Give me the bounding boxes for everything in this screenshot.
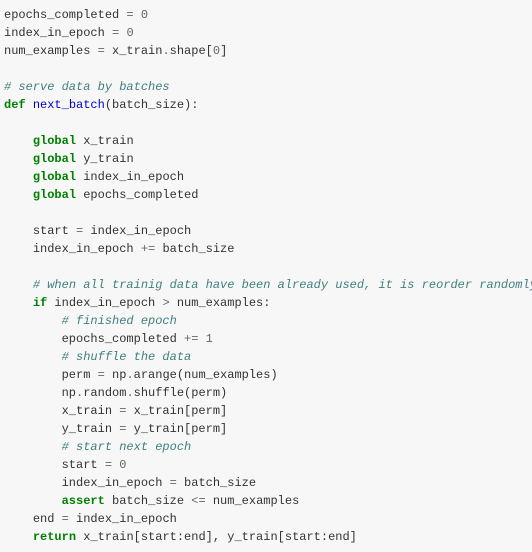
code-line: global x_train	[4, 134, 134, 148]
code-line: # start next epoch	[4, 440, 191, 454]
code-line: index_in_epoch = batch_size	[4, 476, 256, 490]
code-line: epochs_completed += 1	[4, 332, 213, 346]
code-line: # serve data by batches	[4, 80, 170, 94]
code-line: # shuffle the data	[4, 350, 191, 364]
code-line: epochs_completed = 0	[4, 8, 148, 22]
code-block: epochs_completed = 0 index_in_epoch = 0 …	[0, 0, 532, 552]
code-line: if index_in_epoch > num_examples:	[4, 296, 270, 310]
code-line: perm = np.arange(num_examples)	[4, 368, 278, 382]
code-line: def next_batch(batch_size):	[4, 98, 198, 112]
code-line: end = index_in_epoch	[4, 512, 177, 526]
code-line: # finished epoch	[4, 314, 177, 328]
code-line: global epochs_completed	[4, 188, 198, 202]
code-line: y_train = y_train[perm]	[4, 422, 227, 436]
code-line: index_in_epoch += batch_size	[4, 242, 234, 256]
code-line: num_examples = x_train.shape[0]	[4, 44, 227, 58]
code-line: index_in_epoch = 0	[4, 26, 134, 40]
code-line: start = index_in_epoch	[4, 224, 191, 238]
code-line: start = 0	[4, 458, 126, 472]
code-line: assert batch_size <= num_examples	[4, 494, 299, 508]
code-line: global index_in_epoch	[4, 170, 184, 184]
code-line: return x_train[start:end], y_train[start…	[4, 530, 357, 544]
code-line: global y_train	[4, 152, 134, 166]
code-line: x_train = x_train[perm]	[4, 404, 227, 418]
code-line: # when all trainig data have been alread…	[4, 278, 532, 292]
code-line: np.random.shuffle(perm)	[4, 386, 227, 400]
